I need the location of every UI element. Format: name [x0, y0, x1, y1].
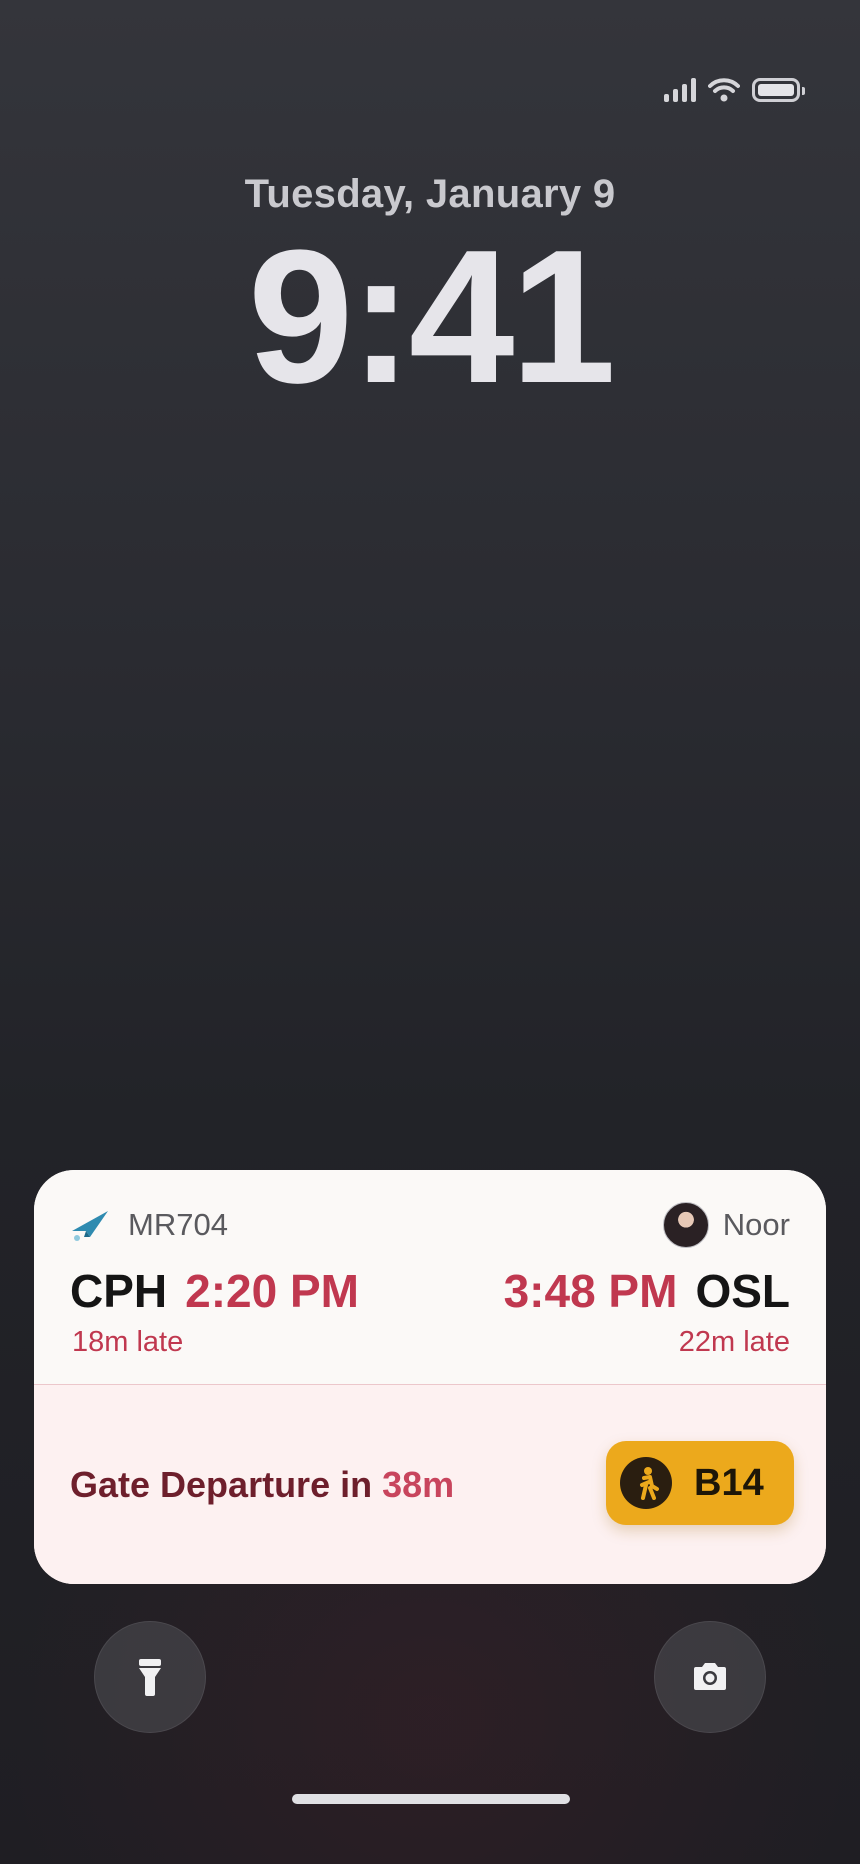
- flight-summary: MR704 Noor CPH 2:20 PM 3:48 PM OSL 18m l…: [34, 1170, 826, 1385]
- flight-live-activity[interactable]: MR704 Noor CPH 2:20 PM 3:48 PM OSL 18m l…: [34, 1170, 826, 1584]
- flight-id: MR704: [70, 1207, 228, 1243]
- gate-departure-countdown: 38m: [382, 1463, 455, 1505]
- flashlight-button[interactable]: [94, 1621, 206, 1733]
- battery-icon: [752, 78, 805, 102]
- avatar: [662, 1202, 709, 1248]
- flight-header: MR704 Noor: [70, 1200, 790, 1250]
- traveler: Noor: [662, 1202, 790, 1248]
- paper-plane-icon: [72, 1211, 108, 1241]
- cellular-signal-icon: [664, 78, 696, 102]
- gate-departure-text: Gate Departure in 38m: [70, 1385, 454, 1584]
- gate-badge: B14: [606, 1441, 794, 1525]
- lock-screen-time: 9:41: [247, 211, 616, 423]
- departure-delay: 18m late: [72, 1326, 184, 1358]
- departure-time: 2:20 PM: [185, 1265, 359, 1317]
- status-bar: [664, 78, 805, 102]
- camera-icon: [694, 1663, 726, 1690]
- battery-level: [758, 84, 794, 96]
- traveler-name: Noor: [722, 1207, 790, 1242]
- camera-button[interactable]: [654, 1621, 766, 1733]
- home-indicator[interactable]: [292, 1794, 570, 1804]
- gate-code: B14: [694, 1461, 764, 1504]
- arrival-delay: 22m late: [678, 1326, 790, 1358]
- gate-departure-section: Gate Departure in 38m B14: [34, 1385, 826, 1584]
- gate-departure-label: Gate Departure in: [70, 1463, 373, 1505]
- origin-leg: CPH 2:20 PM: [70, 1264, 359, 1318]
- flashlight-icon: [139, 1659, 161, 1696]
- delay-row: 18m late 22m late: [72, 1326, 790, 1359]
- origin-airport: CPH: [70, 1265, 168, 1317]
- walking-person-icon: [620, 1457, 672, 1509]
- arrival-time: 3:48 PM: [503, 1265, 678, 1317]
- wifi-icon: [708, 78, 740, 102]
- flight-times: CPH 2:20 PM 3:48 PM OSL: [70, 1264, 790, 1318]
- destination-leg: 3:48 PM OSL: [504, 1264, 790, 1318]
- destination-airport: OSL: [695, 1265, 790, 1317]
- flight-number: MR704: [128, 1207, 228, 1242]
